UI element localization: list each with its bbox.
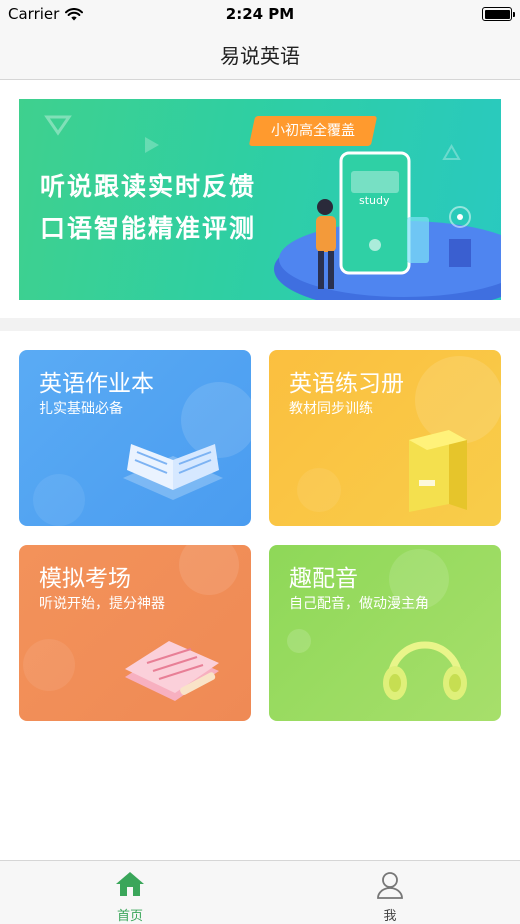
navigation-bar: 易说英语: [0, 28, 520, 80]
card-subtitle: 听说开始，提分神器: [39, 596, 165, 612]
section-divider: [0, 318, 520, 331]
tab-label-me: 我: [383, 909, 397, 924]
battery-icon: [482, 7, 515, 21]
card-subtitle: 扎实基础必备: [39, 401, 123, 417]
status-bar: Carrier 2:24 PM: [0, 0, 520, 28]
card-title: 趣配音: [289, 566, 358, 592]
banner-tag-label: 小初高全覆盖: [271, 123, 355, 139]
card-subtitle: 教材同步训练: [289, 401, 373, 417]
card-fun-dubbing[interactable]: 趣配音 自己配音，做动漫主角: [269, 545, 501, 721]
card-mock-exam[interactable]: 模拟考场 听说开始，提分神器: [19, 545, 251, 721]
card-title: 英语作业本: [39, 371, 154, 397]
home-icon: [116, 872, 144, 896]
open-book-icon: [123, 444, 223, 500]
user-icon: [377, 872, 403, 899]
tab-home[interactable]: 首页: [0, 861, 260, 924]
closed-book-icon: [409, 430, 467, 512]
status-time: 2:24 PM: [225, 5, 295, 23]
card-practice-book[interactable]: 英语练习册 教材同步训练: [269, 350, 501, 526]
page-title: 易说英语: [220, 44, 300, 68]
card-title: 英语练习册: [289, 371, 404, 397]
card-title: 模拟考场: [39, 566, 131, 592]
tab-bar: 首页 我: [0, 860, 520, 924]
tab-label-home: 首页: [116, 909, 143, 924]
headphones-icon: [383, 641, 467, 700]
banner-headline-2: 口语智能精准评测: [40, 214, 257, 243]
notepad-pencil-icon: [125, 641, 219, 701]
tab-me[interactable]: 我: [260, 861, 520, 924]
banner-phone-text: study: [359, 194, 390, 207]
banner-headline-1: 听说跟读实时反馈: [40, 172, 257, 201]
card-subtitle: 自己配音，做动漫主角: [289, 596, 429, 612]
card-homework-book[interactable]: 英语作业本 扎实基础必备: [19, 350, 251, 526]
